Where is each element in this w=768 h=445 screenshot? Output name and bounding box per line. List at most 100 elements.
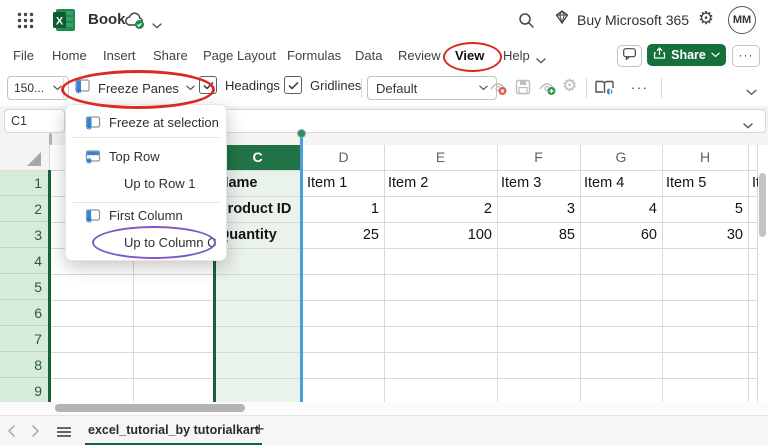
menu-home[interactable]: Home	[52, 48, 87, 63]
menu-item-top-row[interactable]: Top Row	[66, 143, 226, 170]
cell-G3[interactable]: 60	[581, 222, 657, 248]
cell-C1[interactable]: Name	[218, 170, 299, 196]
menu-file[interactable]: File	[13, 48, 34, 63]
menu-more-chevron-icon[interactable]	[536, 52, 546, 70]
sheet-nav-prev-icon[interactable]	[7, 424, 16, 442]
menu-review[interactable]: Review	[398, 48, 441, 63]
cell-G2[interactable]: 4	[581, 196, 657, 222]
cell-E1[interactable]: Item 2	[388, 170, 494, 196]
toolbar-separator	[661, 78, 662, 98]
freeze-line-handle-dot[interactable]	[296, 129, 306, 138]
cell-E2[interactable]: 2	[385, 196, 492, 222]
avatar[interactable]: MM	[728, 6, 756, 34]
gridlines-toggle[interactable]: Gridlines	[284, 76, 361, 94]
cell-F2[interactable]: 3	[498, 196, 575, 222]
cell-H3[interactable]: 30	[663, 222, 743, 248]
collapse-ribbon-chevron-icon[interactable]	[746, 84, 757, 102]
menu-item-label: Up to Row 1	[124, 176, 196, 191]
premium-diamond-icon	[554, 9, 570, 29]
name-box[interactable]: C1	[4, 109, 65, 133]
comment-icon	[623, 47, 636, 65]
cell-D1[interactable]: Item 1	[307, 170, 381, 196]
freeze-pane-line[interactable]	[299, 133, 303, 402]
red-annotation-circle-view	[443, 42, 502, 72]
workbook-title[interactable]: Book	[88, 11, 126, 28]
app-launcher-icon[interactable]	[17, 12, 34, 29]
name-box-resize-handle[interactable]	[49, 133, 52, 145]
menu-item-freeze-at-selection[interactable]: Freeze at selection	[66, 109, 226, 136]
menu-formulas[interactable]: Formulas	[287, 48, 341, 63]
menu-bar: File Home Insert Share Page Layout Formu…	[0, 40, 768, 70]
column-header-d[interactable]: D	[303, 145, 384, 170]
search-icon[interactable]	[518, 12, 535, 34]
row-header-8[interactable]: 8	[0, 352, 49, 378]
cell-D3[interactable]: 25	[304, 222, 379, 248]
cell-C3[interactable]: Quantity	[218, 222, 299, 248]
sheet-tab-active[interactable]: excel_tutorial_by tutorialkart	[85, 416, 262, 445]
column-header-c[interactable]: C	[214, 145, 301, 170]
gridlines-label: Gridlines	[310, 77, 362, 93]
read-aloud-book-icon[interactable]	[594, 79, 616, 101]
horizontal-scrollbar[interactable]	[55, 404, 245, 412]
share-icon	[653, 46, 666, 64]
more-ellipsis-icon: ···	[738, 47, 754, 62]
sheet-list-hamburger-icon[interactable]	[56, 425, 72, 443]
cell-H1[interactable]: Item 5	[666, 170, 745, 196]
excel-logo-icon[interactable]: X	[52, 8, 76, 32]
new-sheet-view-icon[interactable]	[538, 79, 556, 101]
share-button[interactable]: Share	[647, 44, 726, 66]
cell-E3[interactable]: 100	[385, 222, 492, 248]
column-header-h[interactable]: H	[662, 145, 748, 170]
menu-item-up-to-row-1[interactable]: Up to Row 1	[66, 170, 226, 197]
cell-I1[interactable]: Ite	[752, 170, 758, 196]
menu-share[interactable]: Share	[153, 48, 188, 63]
save-sheet-view-icon[interactable]	[515, 79, 531, 100]
name-box-value: C1	[11, 114, 27, 128]
toolbar-more-button[interactable]: ···	[631, 80, 649, 95]
menu-separator	[73, 137, 219, 138]
toolbar-separator	[586, 78, 587, 98]
cell-F3[interactable]: 85	[498, 222, 575, 248]
row-header-7[interactable]: 7	[0, 326, 49, 352]
menu-item-first-column[interactable]: First Column	[66, 202, 226, 229]
sheet-nav-next-icon[interactable]	[31, 424, 40, 442]
cell-C2[interactable]: Product ID	[218, 196, 299, 222]
sheet-view-options-gear-icon[interactable]: ⚙	[562, 76, 577, 96]
vertical-scrollbar[interactable]	[759, 173, 766, 237]
cloud-saved-icon[interactable]	[124, 12, 148, 30]
column-header-e[interactable]: E	[384, 145, 497, 170]
settings-gear-icon[interactable]: ⚙	[698, 8, 714, 29]
select-all-corner[interactable]	[0, 145, 50, 171]
cell-F1[interactable]: Item 3	[501, 170, 577, 196]
top-row-icon	[85, 149, 101, 167]
menu-page-layout[interactable]: Page Layout	[203, 48, 276, 63]
cell-H2[interactable]: 5	[663, 196, 743, 222]
menu-data[interactable]: Data	[355, 48, 382, 63]
title-chevron-icon[interactable]	[152, 17, 162, 35]
gridlines-checkbox[interactable]	[284, 76, 302, 94]
cell-G1[interactable]: Item 4	[584, 170, 659, 196]
row-header-9[interactable]: 9	[0, 378, 49, 402]
toolbar-separator	[361, 78, 362, 98]
exit-sheet-view-icon[interactable]	[489, 79, 507, 101]
buy-microsoft-365[interactable]: Buy Microsoft 365	[554, 9, 689, 29]
menu-insert[interactable]: Insert	[103, 48, 136, 63]
column-header-f[interactable]: F	[497, 145, 580, 170]
row-header-1[interactable]: 1	[0, 170, 49, 196]
ribbon-more-button[interactable]: ···	[732, 45, 760, 67]
cell-D2[interactable]: 1	[304, 196, 379, 222]
menu-item-label: First Column	[109, 208, 183, 223]
sheet-view-dropdown[interactable]: Default	[367, 76, 497, 100]
column-header-g[interactable]: G	[580, 145, 662, 170]
row-header-3[interactable]: 3	[0, 222, 49, 248]
add-sheet-button[interactable]: +	[254, 419, 265, 440]
row-header-5[interactable]: 5	[0, 274, 49, 300]
expand-formula-bar-chevron-icon[interactable]	[743, 117, 753, 135]
menu-help[interactable]: Help	[503, 48, 530, 63]
headings-label: Headings	[225, 77, 280, 93]
row-header-4[interactable]: 4	[0, 248, 49, 274]
zoom-level-dropdown[interactable]: 150...	[7, 76, 69, 100]
row-header-6[interactable]: 6	[0, 300, 49, 326]
comments-button[interactable]	[617, 45, 642, 67]
row-header-2[interactable]: 2	[0, 196, 49, 222]
